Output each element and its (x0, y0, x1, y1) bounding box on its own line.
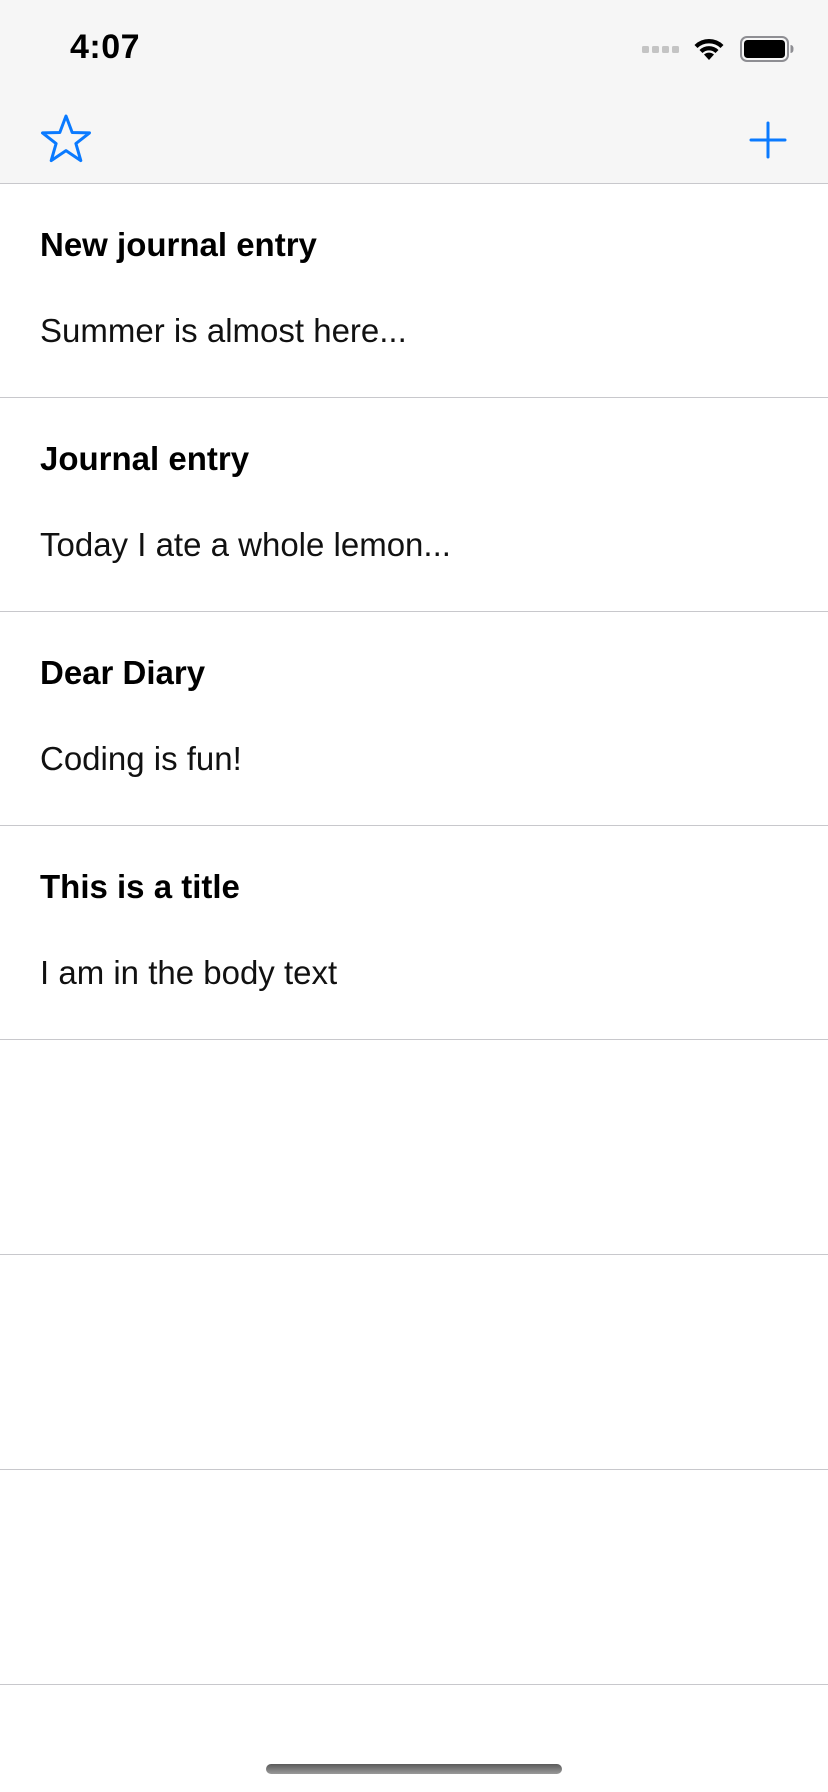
journal-entry-list: New journal entry Summer is almost here.… (0, 184, 828, 1685)
journal-entry-row[interactable]: This is a title I am in the body text (0, 826, 828, 1040)
status-icons (642, 34, 794, 64)
entry-title: Dear Diary (40, 654, 206, 691)
wifi-icon (694, 38, 724, 60)
entry-title: Journal entry (40, 440, 250, 477)
entry-body-preview: Today I ate a whole lemon... (40, 526, 451, 563)
star-icon (41, 114, 91, 163)
entry-body-preview: Coding is fun! (40, 740, 242, 777)
plus-icon (749, 121, 787, 159)
journal-entry-row[interactable]: Dear Diary Coding is fun! (0, 612, 828, 826)
entry-title: This is a title (40, 868, 240, 905)
entry-body-preview: I am in the body text (40, 954, 338, 991)
journal-entry-row[interactable]: Journal entry Today I ate a whole lemon.… (0, 398, 828, 612)
empty-row (0, 1040, 828, 1255)
empty-row (0, 1255, 828, 1470)
signal-icon (642, 46, 679, 53)
journal-entry-row[interactable]: New journal entry Summer is almost here.… (0, 184, 828, 398)
entry-body-preview: Summer is almost here... (40, 312, 407, 349)
status-time: 4:07 (70, 28, 141, 66)
add-entry-button[interactable] (748, 120, 788, 160)
battery-icon (740, 36, 794, 62)
empty-row (0, 1470, 828, 1685)
top-bar: 4:07 (0, 0, 828, 184)
home-indicator[interactable] (266, 1764, 562, 1774)
entry-title: New journal entry (40, 226, 317, 263)
journal-app-screen: 4:07 New journal entry Summer is almost … (0, 0, 828, 1792)
favorites-button[interactable] (40, 113, 92, 165)
